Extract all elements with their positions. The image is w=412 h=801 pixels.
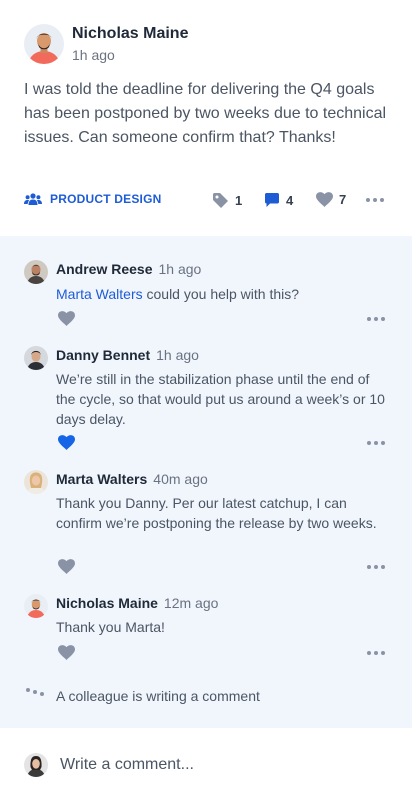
typing-text: A colleague is writing a comment xyxy=(56,688,260,704)
group-tag-label: PRODUCT DESIGN xyxy=(50,192,162,206)
comment-timestamp: 1h ago xyxy=(156,347,199,363)
like-heart-icon[interactable] xyxy=(58,311,75,326)
author-name[interactable]: Nicholas Maine xyxy=(72,25,188,43)
likes-count: 7 xyxy=(339,192,347,207)
tag-icon xyxy=(213,193,228,208)
comment-item: Nicholas Maine 12m ago Thank you Marta! xyxy=(24,594,388,664)
tags-count-button[interactable]: 1 xyxy=(212,192,242,209)
like-heart-icon[interactable] xyxy=(58,645,75,660)
users-icon xyxy=(24,193,42,205)
post-more-options-icon[interactable] xyxy=(366,198,384,202)
comment-text: Marta Walters could you help with this? xyxy=(56,286,300,302)
comment-more-options-icon[interactable] xyxy=(367,317,385,321)
post-body: I was told the deadline for delivering t… xyxy=(24,81,387,146)
comment-avatar[interactable] xyxy=(24,594,48,618)
comment-more-options-icon[interactable] xyxy=(367,441,385,445)
comment-composer xyxy=(0,728,412,801)
comments-count: 4 xyxy=(286,192,294,208)
heart-icon xyxy=(316,192,333,207)
comment-timestamp: 12m ago xyxy=(163,595,219,611)
comment-icon xyxy=(265,193,279,207)
comment-timestamp: 1h ago xyxy=(158,261,202,277)
like-heart-icon-active[interactable] xyxy=(58,435,75,450)
comment-text: Thank you Danny. Per our latest catchup,… xyxy=(56,495,377,531)
comment-text: Thank you Marta! xyxy=(56,619,165,635)
comment-input[interactable] xyxy=(52,752,382,778)
comment-item: Andrew Reese 1h ago Marta Walters could y… xyxy=(24,260,388,330)
comment-text: We’re still in the stabilization phase u… xyxy=(56,371,385,427)
comment-avatar[interactable] xyxy=(24,470,48,494)
comments-count-button[interactable]: 4 xyxy=(264,192,293,208)
comment-thread: Andrew Reese 1h ago Marta Walters could y… xyxy=(0,236,412,728)
post-actions-bar: PRODUCT DESIGN 1 4 7 xyxy=(24,188,388,212)
comment-author[interactable]: Danny Bennet xyxy=(56,347,150,363)
comment-avatar[interactable] xyxy=(24,346,48,370)
typing-dots-icon xyxy=(26,688,46,700)
group-tag-link[interactable]: PRODUCT DESIGN xyxy=(24,192,161,206)
author-avatar[interactable] xyxy=(24,24,64,64)
likes-count-button[interactable]: 7 xyxy=(316,192,346,207)
mention-link[interactable]: Marta Walters xyxy=(56,286,143,302)
typing-indicator: A colleague is writing a comment xyxy=(24,686,388,706)
comment-item: Danny Bennet 1h ago We’re still in the st… xyxy=(24,346,388,456)
comment-more-options-icon[interactable] xyxy=(367,565,385,569)
comment-author[interactable]: Nicholas Maine xyxy=(56,595,158,611)
post-card: Nicholas Maine 1h ago I was told the dea… xyxy=(0,0,412,236)
comment-author[interactable]: Marta Walters xyxy=(56,471,147,487)
comment-author[interactable]: Andrew Reese xyxy=(56,261,152,277)
post-timestamp: 1h ago xyxy=(72,47,115,63)
comment-item: Marta Walters 40m ago Thank you Danny. Pe… xyxy=(24,470,388,580)
current-user-avatar xyxy=(24,753,48,777)
tags-count: 1 xyxy=(235,193,243,208)
like-heart-icon[interactable] xyxy=(58,559,75,574)
comment-more-options-icon[interactable] xyxy=(367,651,385,655)
comment-timestamp: 40m ago xyxy=(153,471,208,487)
comment-avatar[interactable] xyxy=(24,260,48,284)
